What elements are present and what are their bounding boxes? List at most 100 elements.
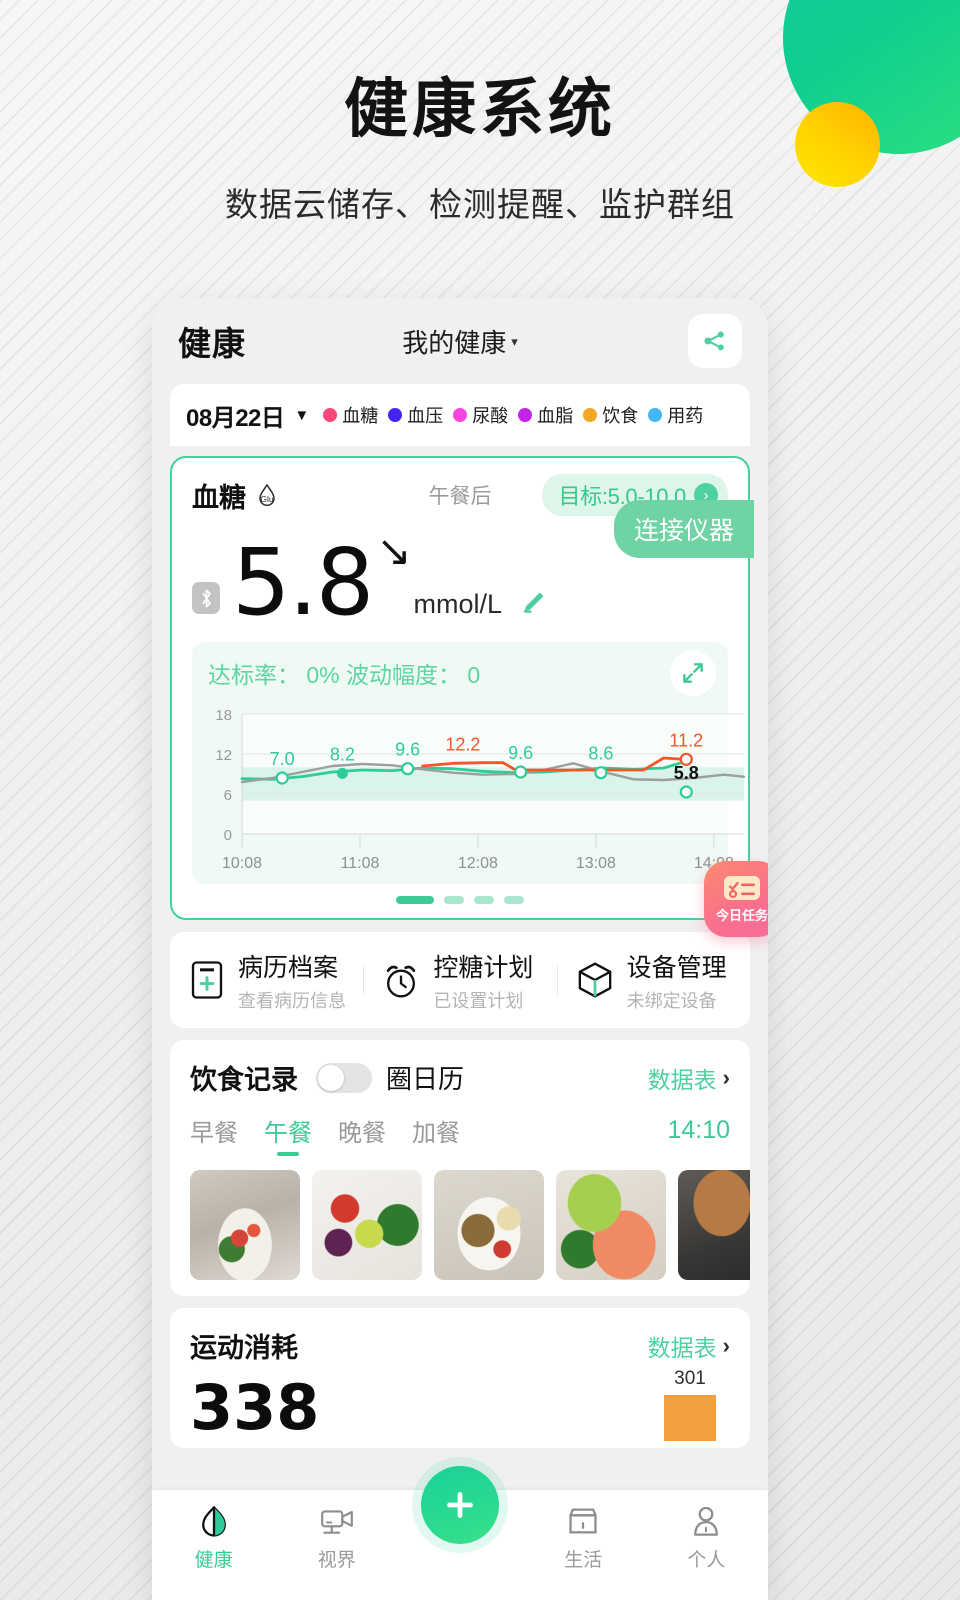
tab-view[interactable]: 视界 [275,1504,398,1572]
svg-text:0: 0 [224,827,232,844]
diet-datasheet-link[interactable]: 数据表 › [648,1061,730,1095]
chevron-right-icon: › [722,1332,730,1358]
pager-dot[interactable] [444,896,464,904]
diet-title: 饮食记录 [190,1065,298,1095]
share-button[interactable] [688,314,742,368]
svg-text:7.0: 7.0 [270,749,295,769]
leaf-health-icon [201,1505,226,1537]
caret-down-icon[interactable]: ▼ [294,407,309,424]
legend-item-glucose[interactable]: 血糖 [323,402,378,428]
glucose-reading-row: 5.8 ↘ mmol/L 连接仪器 [172,500,754,629]
legend-item-medication[interactable]: 用药 [648,402,703,428]
tab-label: 生活 [564,1550,603,1571]
legend-label: 血压 [407,406,444,426]
food-photo[interactable] [678,1170,750,1280]
app-header: 健康 我的健康 ▾ [152,298,768,384]
bottom-tab-bar: 健康 视界 生活 个人 [152,1466,768,1600]
meal-tabs: 早餐 午餐 晚餐 加餐 14:10 [170,1097,750,1156]
date-label[interactable]: 08月22日 [186,398,285,433]
bluetooth-icon[interactable] [192,582,220,614]
quick-link-sugar-plan[interactable]: 控糖计划 已设置计划 [363,948,556,1013]
tab-label: 个人 [687,1550,726,1571]
legend-item-bloodlipid[interactable]: 血脂 [518,402,573,428]
glucose-card: 血糖 Glu 午餐后 目标:5.0-10.0 › 5.8 ↘ mmol/L 连接… [170,456,754,920]
meal-context-label: 午餐后 [428,485,492,508]
svg-text:11.2: 11.2 [669,730,703,750]
chevron-down-icon: ▾ [511,333,518,349]
quick-link-medical-record[interactable]: 病历档案 查看病历信息 [170,948,363,1013]
quick-link-device-management[interactable]: 设备管理 未绑定设备 [556,948,750,1013]
svg-text:5.8: 5.8 [674,763,699,783]
profile-selector-label: 我的健康 [402,327,507,358]
tab-breakfast[interactable]: 早餐 [190,1113,238,1156]
glucose-drop-icon: Glu [259,483,275,507]
food-photo[interactable] [434,1170,544,1280]
svg-text:9.6: 9.6 [508,743,533,763]
exercise-datasheet-link[interactable]: 数据表 › [648,1329,730,1363]
legend-label: 尿酸 [472,406,509,426]
food-photo[interactable] [312,1170,422,1280]
expand-chart-button[interactable] [670,650,716,696]
exercise-bar-label: 301 [674,1368,706,1389]
trend-down-arrow-icon: ↘ [376,527,412,574]
tab-lunch[interactable]: 午餐 [264,1113,312,1156]
plus-icon [447,1492,473,1518]
tab-life[interactable]: 生活 [522,1504,645,1572]
tab-health[interactable]: 健康 [152,1504,275,1572]
svg-text:8.2: 8.2 [330,744,355,764]
medical-record-icon [191,961,223,999]
svg-text:12.2: 12.2 [445,734,480,754]
quick-link-title: 病历档案 [238,953,339,982]
box-icon [578,962,611,998]
diet-record-card: 饮食记录 圈日历 数据表 › 早餐 午餐 晚餐 加餐 14:10 [170,1040,750,1296]
pager-dot[interactable] [396,896,434,904]
page-title: 健康系统 [344,73,616,147]
alarm-clock-icon [387,965,416,998]
glucose-line-chart[interactable]: 06121810:0811:0812:0813:0814:087.08.29.6… [198,696,754,874]
legend-dot [388,408,403,422]
svg-text:12: 12 [215,747,232,764]
pager-dot[interactable] [504,896,524,904]
svg-text:12:08: 12:08 [458,855,498,872]
quick-link-title: 控糖计划 [433,953,534,982]
diet-card-header: 饮食记录 圈日历 数据表 › [170,1058,750,1097]
legend-item-bloodpressure[interactable]: 血压 [388,402,443,428]
glucose-title: 血糖 [192,482,246,513]
connect-device-button[interactable]: 连接仪器 [613,500,754,558]
legend-item-uricacid[interactable]: 尿酸 [453,402,508,428]
quick-link-subtitle: 未绑定设备 [626,990,717,1011]
exercise-card: 运动消耗 数据表 › 338 301 [170,1308,750,1448]
exercise-bar-rect [664,1395,716,1441]
chevron-right-icon: › [722,1064,730,1090]
pager-dot[interactable] [474,896,494,904]
legend-label: 血脂 [537,406,574,426]
pencil-icon[interactable] [518,588,548,618]
svg-text:10:08: 10:08 [222,855,262,872]
tab-dinner[interactable]: 晚餐 [338,1113,386,1156]
quick-link-subtitle: 已设置计划 [433,990,524,1011]
legend-label: 血糖 [342,406,379,426]
svg-text:Glu: Glu [260,494,274,504]
food-photo-strip[interactable] [170,1156,750,1280]
card-pager[interactable] [172,884,748,918]
tab-personal[interactable]: 个人 [645,1504,768,1572]
add-button[interactable] [421,1466,499,1544]
tab-snack[interactable]: 加餐 [412,1113,460,1156]
profile-selector[interactable]: 我的健康 ▾ [402,323,518,360]
hero-section: 健康系统 数据云储存、检测提醒、监护群组 [0,0,960,226]
calendar-toggle[interactable] [316,1062,372,1093]
glucose-unit: mmol/L [413,589,503,619]
svg-text:18: 18 [215,707,232,724]
phone-mockup: 健康 我的健康 ▾ 08月22日 ▼ 血糖 血压 尿酸 血脂 饮食 用药 血糖 … [152,298,768,1600]
share-icon [704,331,724,351]
tab-label: 健康 [194,1550,233,1571]
quick-link-subtitle: 查看病历信息 [238,990,346,1011]
food-photo[interactable] [556,1170,666,1280]
legend-label: 饮食 [602,406,639,426]
svg-text:6: 6 [224,787,232,804]
today-task-button[interactable]: 今日任务 [704,861,768,937]
food-photo[interactable] [190,1170,300,1280]
legend-label: 用药 [667,406,704,426]
video-camera-icon [320,1510,353,1534]
legend-item-diet[interactable]: 饮食 [583,402,638,428]
